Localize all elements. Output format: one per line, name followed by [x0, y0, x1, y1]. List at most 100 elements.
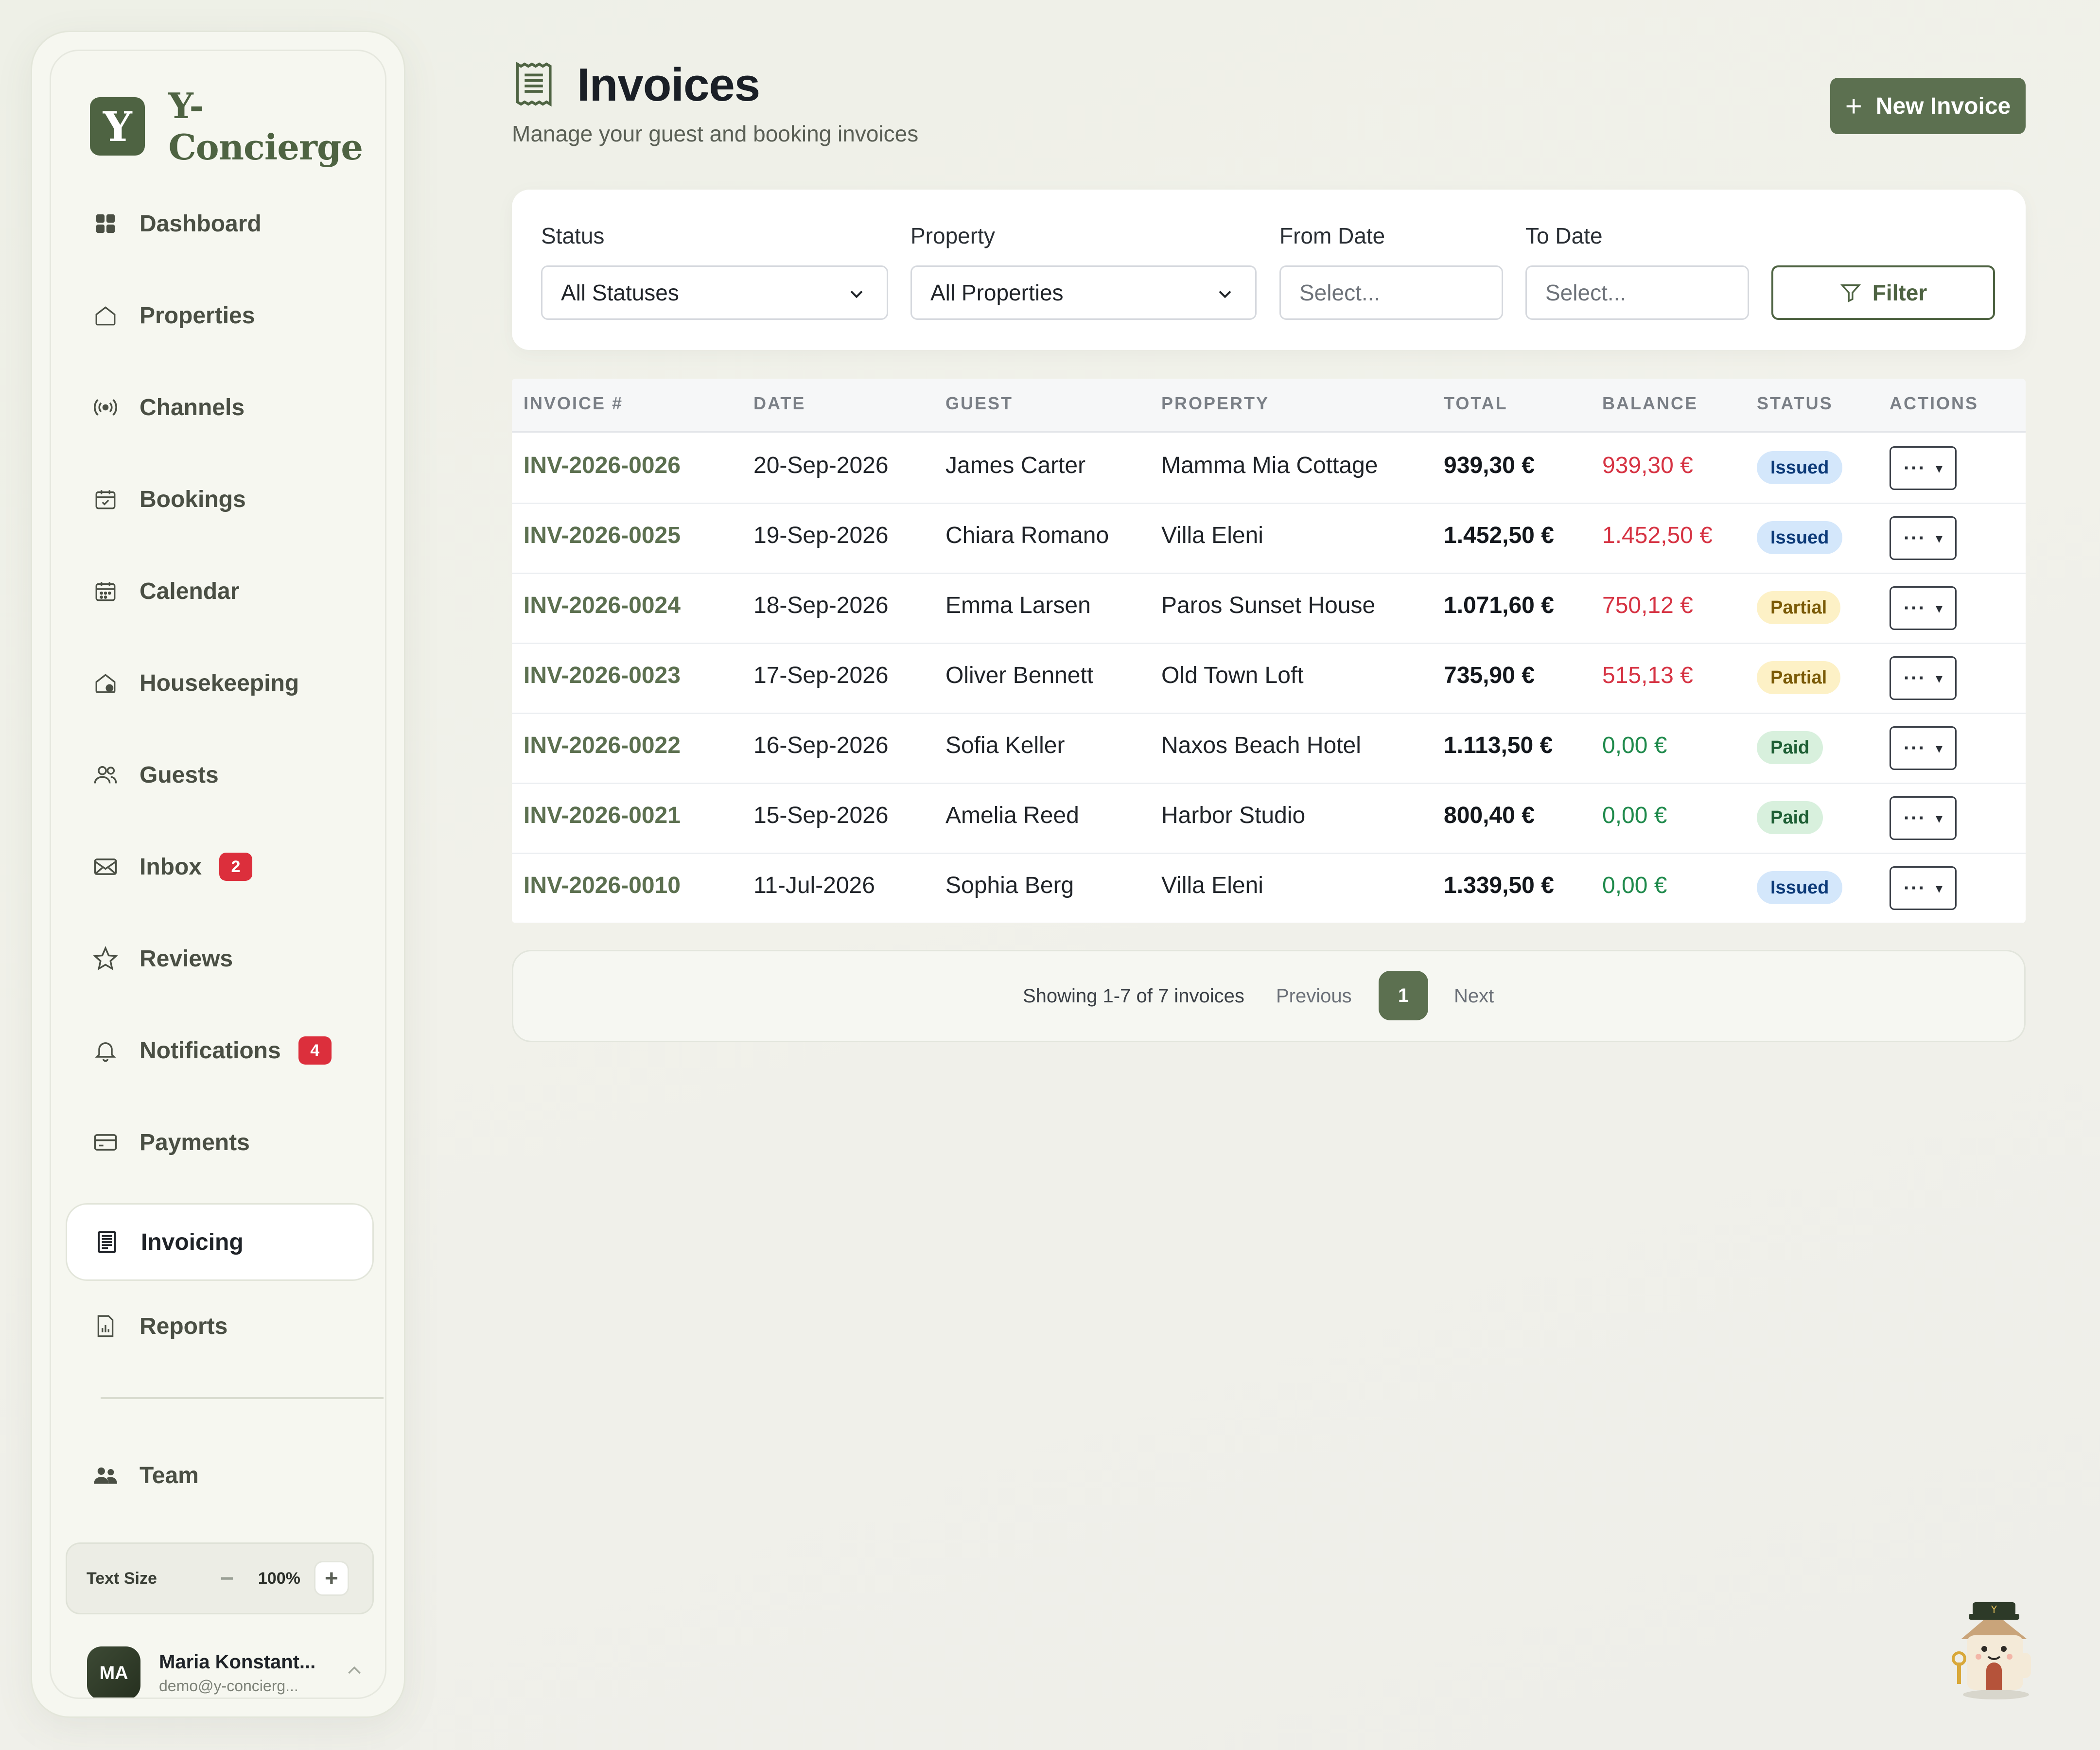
more-icon: ···: [1903, 597, 1926, 619]
invoice-total: 1.452,50 €: [1444, 523, 1554, 548]
sidebar-item-payments[interactable]: Payments: [66, 1104, 374, 1181]
to-date-input[interactable]: Select...: [1525, 265, 1749, 320]
more-icon: ···: [1903, 457, 1926, 479]
caret-down-icon: ▾: [1935, 880, 1943, 896]
sidebar-item-label: Guests: [140, 762, 219, 788]
sidebar-item-properties[interactable]: Properties: [66, 277, 374, 354]
sidebar-item-dashboard[interactable]: Dashboard: [66, 185, 374, 262]
text-size-decrease-button[interactable]: −: [210, 1561, 245, 1596]
guest-name: Sophia Berg: [945, 873, 1074, 898]
table-row[interactable]: INV-2026-0022 16-Sep-2026 Sofia Keller Naxo…: [512, 713, 2026, 784]
sidebar-item-inbox[interactable]: Inbox 2: [66, 828, 374, 905]
column-header-invoice[interactable]: INVOICE #: [524, 393, 623, 414]
status-badge: Paid: [1757, 731, 1823, 764]
inbox-count-badge: 2: [219, 853, 252, 881]
row-actions-dropdown[interactable]: ··· ▾: [1890, 866, 1957, 910]
user-email: demo@y-concierg...: [159, 1677, 298, 1695]
invoice-number-link[interactable]: INV-2026-0026: [524, 452, 681, 479]
property-name: Villa Eleni: [1161, 873, 1263, 898]
invoice-number-link[interactable]: INV-2026-0022: [524, 732, 681, 759]
text-size-increase-button[interactable]: +: [314, 1561, 349, 1596]
invoice-number-link[interactable]: INV-2026-0023: [524, 662, 681, 689]
sidebar-item-label: Dashboard: [140, 210, 262, 237]
previous-page-button[interactable]: Previous: [1276, 985, 1352, 1007]
row-actions-dropdown[interactable]: ··· ▾: [1890, 586, 1957, 630]
page-title: Invoices: [577, 59, 760, 111]
house-clean-icon: [92, 669, 119, 697]
chevron-down-icon: [846, 283, 867, 310]
receipt-icon: [93, 1228, 121, 1256]
receipt-icon: [512, 60, 556, 111]
filter-button[interactable]: Filter: [1771, 265, 1995, 320]
table-row[interactable]: INV-2026-0010 11-Jul-2026 Sophia Berg Villa…: [512, 853, 2026, 923]
caret-down-icon: ▾: [1935, 670, 1943, 686]
chevron-up-icon: [345, 1661, 364, 1685]
table-row[interactable]: INV-2026-0026 20-Sep-2026 James Carter Mamm…: [512, 433, 2026, 504]
user-menu[interactable]: MA Maria Konstant... demo@y-concierg...: [87, 1646, 364, 1698]
concierge-mascot-icon[interactable]: Y: [1940, 1585, 2047, 1701]
more-icon: ···: [1903, 737, 1926, 759]
invoice-balance: 515,13 €: [1602, 663, 1693, 688]
table-row[interactable]: INV-2026-0025 19-Sep-2026 Chiara Romano Vil…: [512, 503, 2026, 574]
table-row[interactable]: INV-2026-0021 15-Sep-2026 Amelia Reed Harbo…: [512, 783, 2026, 854]
column-header-guest[interactable]: GUEST: [945, 393, 1013, 414]
column-header-status[interactable]: STATUS: [1757, 393, 1833, 414]
sidebar-item-label: Housekeeping: [140, 670, 299, 696]
invoice-date: 15-Sep-2026: [753, 803, 889, 828]
sidebar-item-notifications[interactable]: Notifications 4: [66, 1012, 374, 1089]
filter-button-label: Filter: [1872, 280, 1927, 305]
next-page-button[interactable]: Next: [1454, 985, 1494, 1007]
sidebar-item-label: Reviews: [140, 945, 233, 972]
invoice-total: 735,90 €: [1444, 663, 1535, 688]
sidebar-item-label: Inbox: [140, 854, 202, 880]
invoice-number-link[interactable]: INV-2026-0021: [524, 802, 681, 829]
sidebar-item-invoicing[interactable]: Invoicing: [66, 1203, 374, 1281]
column-header-date[interactable]: DATE: [753, 393, 805, 414]
row-actions-dropdown[interactable]: ··· ▾: [1890, 516, 1957, 560]
from-date-label: From Date: [1279, 223, 1385, 248]
status-select-value: All Statuses: [561, 280, 679, 305]
status-badge: Issued: [1757, 521, 1843, 554]
sidebar-item-reports[interactable]: Reports: [66, 1288, 374, 1365]
from-date-input[interactable]: Select...: [1279, 265, 1503, 320]
status-select[interactable]: All Statuses: [541, 265, 888, 320]
row-actions-dropdown[interactable]: ··· ▾: [1890, 446, 1957, 490]
sidebar-item-calendar[interactable]: Calendar: [66, 553, 374, 630]
mail-icon: [92, 853, 119, 880]
row-actions-dropdown[interactable]: ··· ▾: [1890, 726, 1957, 770]
sidebar-panel: Y Y-Concierge Dashboard Properties Chann…: [50, 50, 386, 1699]
sidebar-item-channels[interactable]: Channels: [66, 369, 374, 446]
guest-name: Chiara Romano: [945, 523, 1109, 548]
property-name: Naxos Beach Hotel: [1161, 733, 1361, 758]
brand[interactable]: Y Y-Concierge: [90, 85, 385, 168]
sidebar-item-team[interactable]: Team: [66, 1437, 374, 1514]
invoice-date: 17-Sep-2026: [753, 663, 889, 688]
invoice-number-link[interactable]: INV-2026-0010: [524, 872, 681, 899]
sidebar-item-housekeeping[interactable]: Housekeeping: [66, 645, 374, 721]
row-actions-dropdown[interactable]: ··· ▾: [1890, 796, 1957, 840]
row-actions-dropdown[interactable]: ··· ▾: [1890, 656, 1957, 700]
new-invoice-button[interactable]: + New Invoice: [1830, 78, 2026, 134]
sidebar-item-reviews[interactable]: Reviews: [66, 920, 374, 997]
more-icon: ···: [1903, 527, 1926, 549]
invoice-number-link[interactable]: INV-2026-0024: [524, 592, 681, 619]
property-select[interactable]: All Properties: [910, 265, 1257, 320]
column-header-property[interactable]: PROPERTY: [1161, 393, 1269, 414]
caret-down-icon: ▾: [1935, 460, 1943, 476]
report-icon: [92, 1312, 119, 1340]
page-title-row: Invoices: [512, 58, 918, 112]
table-row[interactable]: INV-2026-0024 18-Sep-2026 Emma Larsen Paros…: [512, 573, 2026, 644]
table-row[interactable]: INV-2026-0023 17-Sep-2026 Oliver Bennett Ol…: [512, 643, 2026, 714]
invoice-number-link[interactable]: INV-2026-0025: [524, 522, 681, 549]
bell-icon: [92, 1037, 119, 1064]
status-badge: Partial: [1757, 591, 1841, 624]
pagination: Showing 1-7 of 7 invoices Previous 1 Nex…: [512, 950, 2026, 1042]
page-1-button[interactable]: 1: [1379, 971, 1428, 1020]
sidebar-item-bookings[interactable]: Bookings: [66, 461, 374, 538]
column-header-balance[interactable]: BALANCE: [1602, 393, 1698, 414]
sidebar-item-guests[interactable]: Guests: [66, 736, 374, 813]
to-date-label: To Date: [1525, 223, 1603, 248]
invoice-balance: 0,00 €: [1602, 733, 1667, 758]
guest-name: Oliver Bennett: [945, 663, 1094, 688]
column-header-total[interactable]: TOTAL: [1444, 393, 1508, 414]
